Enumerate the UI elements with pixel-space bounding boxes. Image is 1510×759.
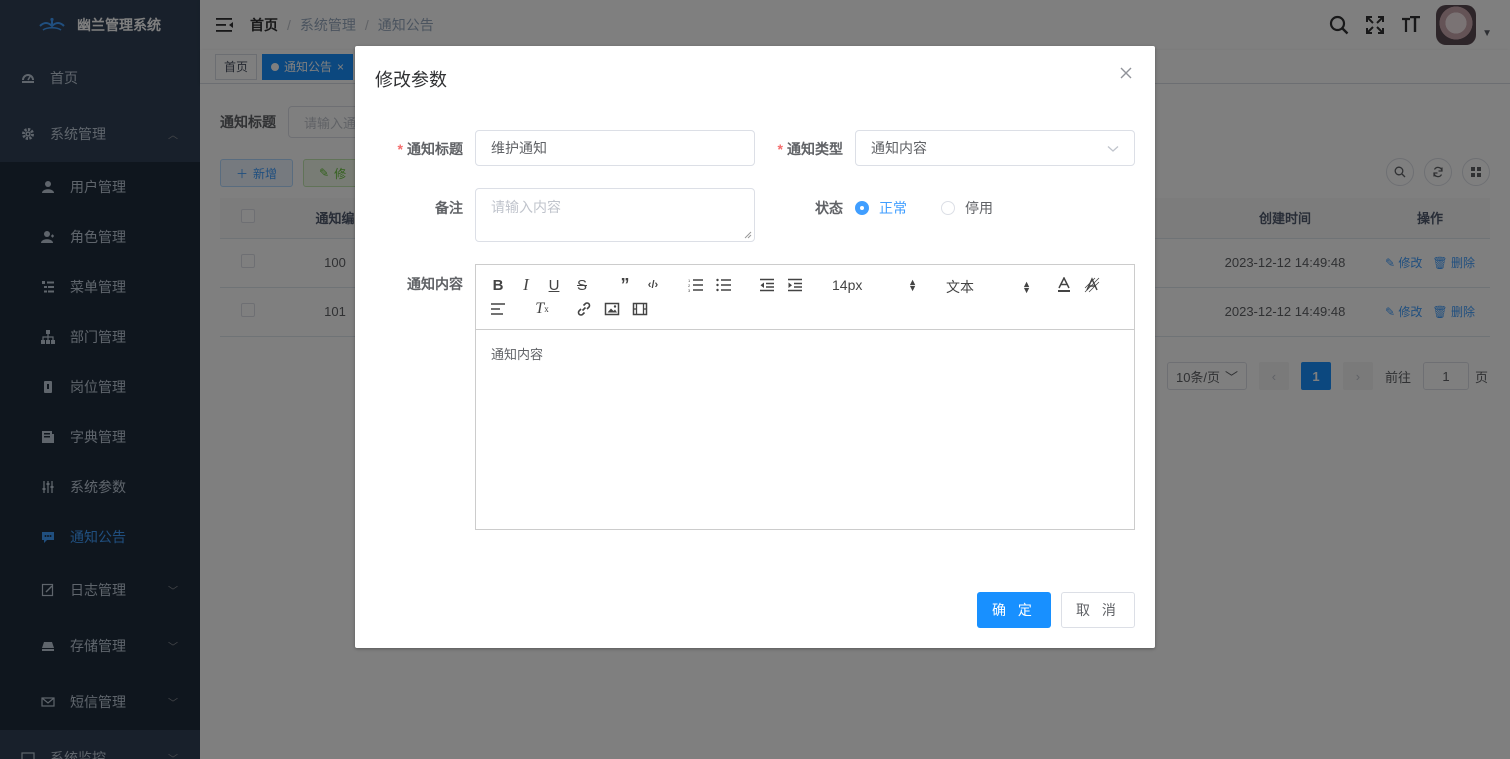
- italic-icon[interactable]: I: [516, 275, 536, 295]
- required-mark: *: [777, 141, 783, 157]
- header-select-value: 文本: [946, 279, 974, 295]
- video-icon[interactable]: [630, 299, 650, 319]
- image-icon[interactable]: [602, 299, 622, 319]
- remark-placeholder: 请输入内容: [491, 199, 561, 215]
- editor-toolbar: B I U S ” ‹/› 123 14px ▲ ▼ 文本 ▲ ▼ Tx: [476, 265, 1134, 330]
- cancel-button[interactable]: 取 消: [1061, 592, 1135, 628]
- text-color-icon[interactable]: [1054, 275, 1074, 295]
- underline-icon[interactable]: U: [544, 275, 564, 295]
- strikethrough-icon[interactable]: S: [572, 275, 592, 295]
- title-input[interactable]: 维护通知: [475, 130, 755, 166]
- header-select[interactable]: 文本 ▲ ▼: [946, 277, 1031, 297]
- clear-format-icon[interactable]: Tx: [532, 299, 552, 319]
- ordered-list-icon[interactable]: 123: [686, 275, 706, 295]
- align-icon[interactable]: [488, 299, 508, 319]
- dialog-title: 修改参数: [375, 70, 447, 90]
- close-icon[interactable]: [1119, 66, 1135, 82]
- updown-icon: ▲ ▼: [1022, 279, 1031, 295]
- status-radio-disabled[interactable]: 停用: [941, 198, 993, 218]
- bold-icon[interactable]: B: [488, 275, 508, 295]
- chevron-down-icon: [1107, 140, 1119, 156]
- rich-text-editor: B I U S ” ‹/› 123 14px ▲ ▼ 文本 ▲ ▼ Tx 通知内容: [475, 264, 1135, 530]
- status-normal-label: 正常: [879, 200, 907, 216]
- confirm-button[interactable]: 确 定: [977, 592, 1051, 628]
- resize-handle-icon[interactable]: [744, 231, 752, 239]
- code-block-icon[interactable]: ‹/›: [643, 275, 663, 295]
- radio-unchecked-icon: [941, 201, 955, 215]
- font-size-value: 14px: [832, 277, 863, 293]
- type-select-value: 通知内容: [871, 140, 927, 156]
- type-label-text: 通知类型: [787, 141, 843, 157]
- required-mark: *: [397, 141, 403, 157]
- indent-icon[interactable]: [785, 275, 805, 295]
- link-icon[interactable]: [574, 299, 594, 319]
- background-color-icon[interactable]: [1082, 275, 1102, 295]
- svg-text:3: 3: [688, 288, 691, 292]
- remark-textarea[interactable]: 请输入内容: [475, 188, 755, 242]
- remark-label: 备注: [435, 200, 463, 216]
- edit-notice-dialog: 修改参数 * 通知标题 维护通知 * 通知类型 通知内容 备注 请输入内容 状态 正…: [355, 46, 1155, 648]
- status-label: 状态: [815, 200, 843, 216]
- font-size-select[interactable]: 14px ▲ ▼: [832, 277, 917, 293]
- title-label-text: 通知标题: [407, 141, 463, 157]
- title-label: * 通知标题: [363, 139, 463, 159]
- content-label: 通知内容: [407, 276, 463, 292]
- status-disabled-label: 停用: [965, 200, 993, 216]
- type-label: * 通知类型: [743, 139, 843, 159]
- radio-checked-icon: [855, 201, 869, 215]
- outdent-icon[interactable]: [757, 275, 777, 295]
- updown-icon: ▲ ▼: [908, 277, 917, 293]
- editor-content[interactable]: 通知内容: [476, 330, 1134, 377]
- status-radio-normal[interactable]: 正常: [855, 198, 907, 218]
- bullet-list-icon[interactable]: [714, 275, 734, 295]
- blockquote-icon[interactable]: ”: [615, 275, 635, 295]
- type-select[interactable]: 通知内容: [855, 130, 1135, 166]
